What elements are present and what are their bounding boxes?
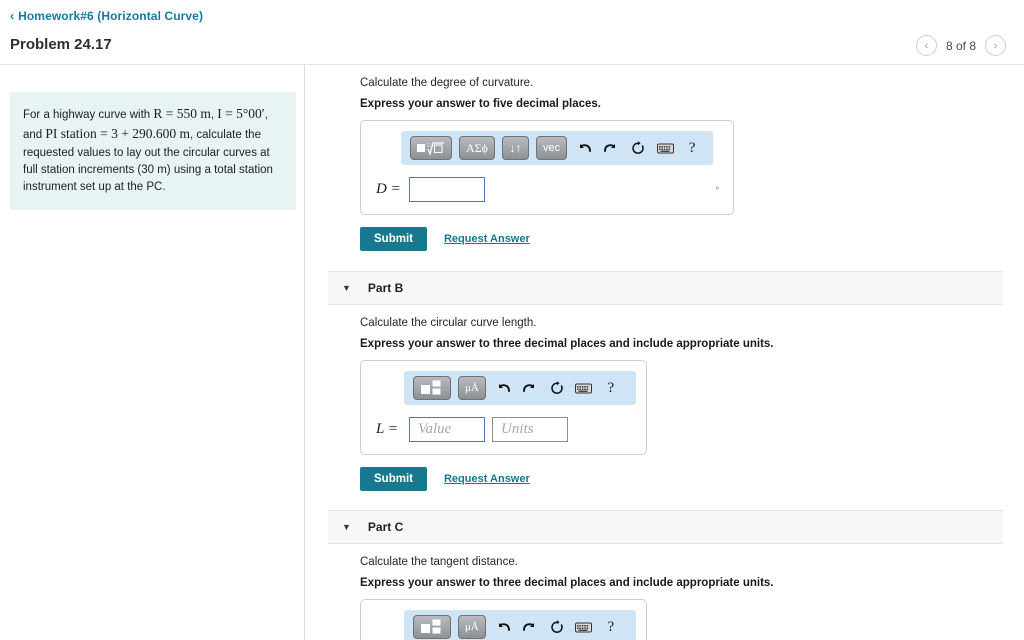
keyboard-icon[interactable]	[574, 378, 594, 398]
part-c-answer-card: μÅ ?	[360, 599, 647, 640]
part-a-instruction: Express your answer to five decimal plac…	[360, 98, 601, 110]
part-b-question: Calculate the circular curve length.	[360, 317, 537, 329]
part-a-variable-label: D =	[376, 181, 401, 197]
help-icon[interactable]: ?	[601, 617, 621, 637]
part-c-instruction: Express your answer to three decimal pla…	[360, 577, 774, 589]
part-c-math-toolbar: μÅ ?	[404, 610, 636, 640]
redo-icon[interactable]	[601, 138, 621, 158]
template-layout-button[interactable]	[413, 615, 451, 639]
part-b-answer-row: L = Value Units	[371, 417, 636, 442]
template-layout-button[interactable]	[413, 376, 451, 400]
part-a-answer-row: D =	[371, 177, 723, 202]
pagination-label: 8 of 8	[945, 38, 976, 53]
statement-text-1: For a highway curve with	[23, 109, 154, 121]
chevron-down-icon[interactable]: ▼	[342, 522, 351, 532]
problem-page: ‹ Homework#6 (Horizontal Curve) Problem …	[0, 0, 1024, 640]
undo-icon[interactable]	[574, 138, 594, 158]
part-a-submit-button[interactable]: Submit	[360, 227, 427, 251]
statement-pi-station: PI station = 3 + 290.600 m	[45, 126, 190, 142]
units-button[interactable]: μÅ	[458, 615, 486, 639]
prev-problem-button[interactable]: ‹	[915, 35, 937, 56]
help-icon[interactable]: ?	[601, 378, 621, 398]
undo-icon[interactable]	[493, 378, 513, 398]
part-b-answer-card: μÅ ? L = Value Units	[360, 360, 647, 455]
degree-symbol-label: °	[715, 185, 719, 195]
part-a-actions: Submit Request Answer	[360, 227, 1024, 251]
part-a-answer-card: □ ΑΣϕ ↓↑ vec ? D = °	[360, 120, 734, 215]
answer-column: Calculate the degree of curvature. Expre…	[306, 65, 1024, 640]
redo-icon[interactable]	[520, 378, 540, 398]
template-root-button[interactable]: □	[410, 136, 452, 160]
greek-symbols-button[interactable]: ΑΣϕ	[459, 136, 495, 160]
help-icon[interactable]: ?	[682, 138, 702, 158]
part-c-body: Calculate the tangent distance. Express …	[306, 544, 1024, 640]
next-problem-button[interactable]: ›	[985, 35, 1006, 56]
breadcrumb-label: Homework#6 (Horizontal Curve)	[18, 9, 204, 23]
part-b-header[interactable]: ▼ Part B	[328, 271, 1003, 305]
chevron-right-icon: ›	[993, 39, 998, 52]
part-b-body: Calculate the circular curve length. Exp…	[306, 305, 1024, 491]
part-b-variable-label: L =	[376, 421, 398, 437]
part-b-submit-button[interactable]: Submit	[360, 467, 427, 491]
reset-icon[interactable]	[547, 378, 567, 398]
part-c-question: Calculate the tangent distance.	[360, 556, 518, 568]
part-b-instruction: Express your answer to three decimal pla…	[360, 338, 774, 350]
part-a-request-answer-link[interactable]: Request Answer	[444, 233, 530, 245]
part-b-label: Part B	[367, 281, 404, 295]
breadcrumb-back-link[interactable]: ‹ Homework#6 (Horizontal Curve)	[10, 9, 203, 23]
reset-icon[interactable]	[628, 138, 648, 158]
svg-text:□: □	[427, 143, 431, 149]
part-b-actions: Submit Request Answer	[360, 467, 1024, 491]
vector-button[interactable]: vec	[535, 136, 568, 160]
part-b-math-toolbar: μÅ ?	[404, 371, 636, 405]
part-b-units-input[interactable]: Units	[492, 417, 568, 442]
statement-intersection-angle: I = 5°00′	[217, 106, 265, 121]
part-b-request-answer-link[interactable]: Request Answer	[444, 473, 530, 485]
problem-statement-box: For a highway curve with R = 550 m, I = …	[10, 92, 296, 211]
problem-statement-column: For a highway curve with R = 550 m, I = …	[0, 65, 305, 640]
reset-icon[interactable]	[547, 617, 567, 637]
part-c-label: Part C	[367, 520, 404, 534]
part-a-question: Calculate the degree of curvature.	[360, 77, 534, 89]
part-c-header[interactable]: ▼ Part C	[328, 510, 1003, 544]
part-a-math-toolbar: □ ΑΣϕ ↓↑ vec ?	[401, 131, 713, 165]
back-chevron-icon: ‹	[10, 9, 15, 23]
chevron-down-icon[interactable]: ▼	[342, 283, 351, 293]
part-a-body: Calculate the degree of curvature. Expre…	[306, 65, 1024, 251]
chevron-left-icon: ‹	[924, 39, 929, 52]
statement-radius: R = 550 m	[153, 106, 211, 121]
keyboard-icon[interactable]	[655, 138, 675, 158]
part-b-value-input[interactable]: Value	[409, 417, 485, 442]
part-a-value-input[interactable]	[409, 177, 485, 202]
page-title: Problem 24.17	[10, 36, 112, 53]
pagination: ‹ 8 of 8 ›	[915, 35, 1006, 56]
updown-arrows-button[interactable]: ↓↑	[501, 136, 529, 160]
undo-icon[interactable]	[493, 617, 513, 637]
units-button[interactable]: μÅ	[458, 376, 486, 400]
redo-icon[interactable]	[520, 617, 540, 637]
keyboard-icon[interactable]	[574, 617, 594, 637]
